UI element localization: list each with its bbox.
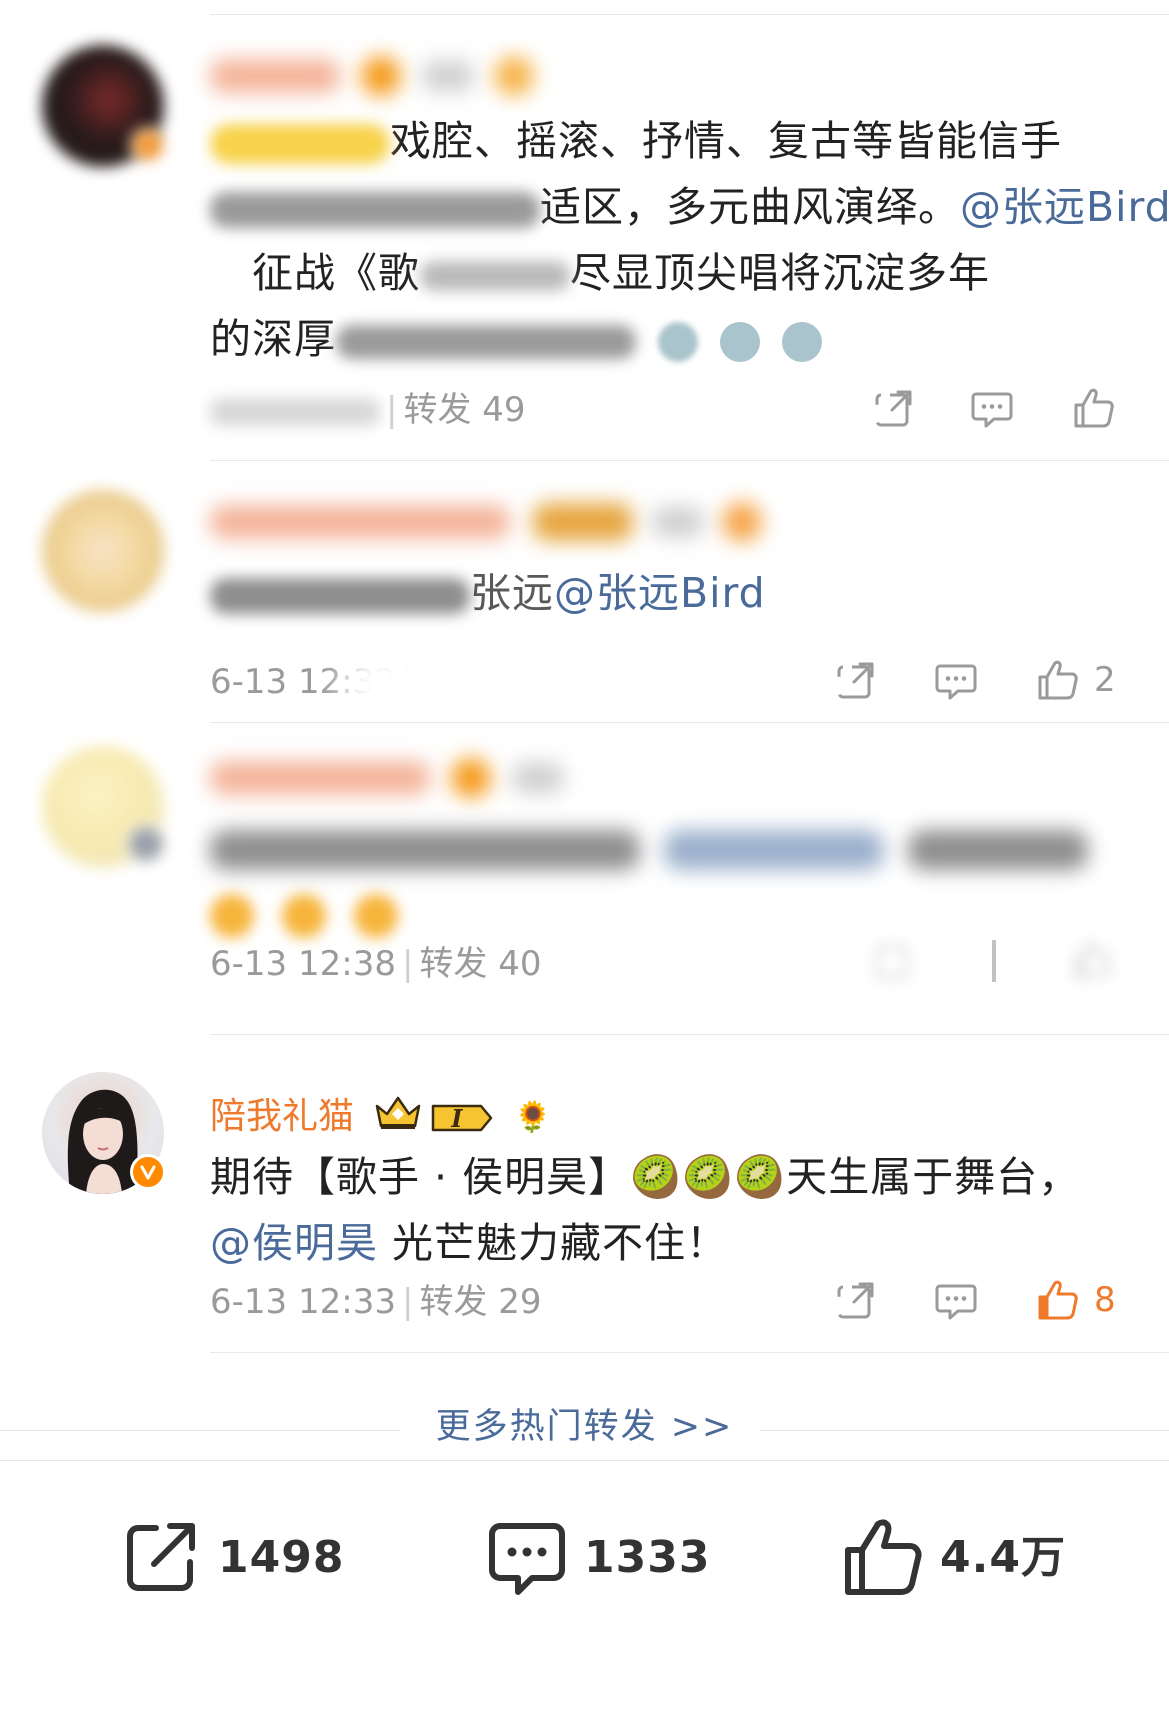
repost-item[interactable]: 张远@张远Bird 6-13 12:32| 2 xyxy=(0,470,1169,732)
verified-badge xyxy=(130,1154,166,1190)
avatar[interactable] xyxy=(42,1072,166,1194)
repost-total: 1498 xyxy=(218,1532,345,1583)
username[interactable] xyxy=(210,498,763,544)
comment-total: 1333 xyxy=(584,1532,711,1583)
like-count: 2 xyxy=(1094,660,1116,700)
comment-icon[interactable] xyxy=(934,1278,978,1322)
like-count: 8 xyxy=(1094,1280,1116,1320)
bottom-action-bar: 1498 1333 4.4万 xyxy=(0,1460,1169,1715)
like-total: 4.4万 xyxy=(940,1532,1066,1583)
repost-content xyxy=(210,814,1109,946)
repost-icon[interactable] xyxy=(872,938,916,982)
action-row xyxy=(0,938,1169,984)
username[interactable]: 陪我礼猫 I 🌻 xyxy=(210,1092,552,1144)
bird-emoji xyxy=(658,322,699,362)
content-text: 的深厚 xyxy=(210,315,336,363)
crown-icon xyxy=(373,1092,423,1144)
username-text: 陪我礼猫 xyxy=(210,1096,355,1137)
repost-content: 期待【歌手 · 侯明昊】🥝🥝🥝天生属于舞台， @侯明昊 光芒魅力藏不住！ xyxy=(210,1144,1109,1276)
mention-link[interactable]: @侯明昊 xyxy=(210,1219,378,1267)
repost-content: 戏腔、摇滚、抒情、复古等皆能信手 适区，多元曲风演绎。@张远Bird @征战《歌… xyxy=(210,108,1169,372)
content-text: 尽显顶尖唱将沉淀多年 xyxy=(570,249,990,297)
more-reposts-link[interactable]: 更多热门转发 >> xyxy=(0,1404,1169,1450)
like-icon[interactable] xyxy=(1036,658,1080,702)
mention-link[interactable]: @张远Bird xyxy=(554,569,766,617)
avatar[interactable] xyxy=(42,746,166,868)
comment-icon[interactable] xyxy=(972,938,1016,982)
mention-link[interactable]: @张远Bird xyxy=(960,183,1169,231)
repost-icon[interactable] xyxy=(834,1278,878,1322)
username[interactable] xyxy=(210,754,563,800)
member-level-badge: I xyxy=(431,1102,493,1134)
repost-item[interactable]: 6-13 12:38 | 转发 40 xyxy=(0,732,1169,1044)
repost-content: 张远@张远Bird xyxy=(210,560,1109,626)
content-text: 戏腔、摇滚、抒情、复古等皆能信手 xyxy=(390,117,1062,165)
repost-icon[interactable] xyxy=(872,386,916,430)
repost-item[interactable]: 陪我礼猫 I 🌻 期待【歌手 · 侯明昊】🥝🥝🥝天生属于舞台， @侯明昊 光芒魅… xyxy=(0,1044,1169,1362)
more-reposts-row: 更多热门转发 >> xyxy=(0,1398,1169,1458)
bird-emoji xyxy=(720,322,761,362)
repost-icon[interactable] xyxy=(834,658,878,702)
share-arrow-icon xyxy=(127,1523,195,1591)
repost-item[interactable]: 戏腔、摇滚、抒情、复古等皆能信手 适区，多元曲风演绎。@张远Bird @征战《歌… xyxy=(0,0,1169,470)
action-row: 2 xyxy=(0,658,1169,704)
content-text: 适区，多元曲风演绎。 xyxy=(540,183,960,231)
repost-button[interactable]: 1498 xyxy=(120,1516,370,1606)
avatar[interactable] xyxy=(42,490,164,612)
content-text: 光芒魅力藏不住！ xyxy=(392,1219,729,1267)
action-row xyxy=(0,386,1169,432)
action-row: 8 xyxy=(0,1278,1169,1324)
like-icon-active[interactable] xyxy=(1036,1278,1080,1322)
bird-emoji xyxy=(782,322,823,362)
like-icon[interactable] xyxy=(1072,938,1116,982)
content-text: 张远 xyxy=(470,569,554,617)
comment-icon[interactable] xyxy=(934,658,978,702)
comment-button[interactable]: 1333 xyxy=(486,1516,736,1606)
thumbs-up-icon xyxy=(845,1519,922,1595)
username[interactable] xyxy=(210,52,535,98)
comment-icon[interactable] xyxy=(970,386,1014,430)
like-icon[interactable] xyxy=(1072,386,1116,430)
speech-bubble-icon xyxy=(489,1523,565,1595)
sunflower-icon: 🌻 xyxy=(514,1100,552,1135)
avatar[interactable] xyxy=(42,45,166,167)
content-text: 期待【歌手 · 侯明昊】🥝🥝🥝天生属于舞台， xyxy=(210,1153,1081,1201)
content-text: 征战《歌 xyxy=(252,249,420,297)
like-button[interactable]: 4.4万 xyxy=(842,1516,1102,1606)
